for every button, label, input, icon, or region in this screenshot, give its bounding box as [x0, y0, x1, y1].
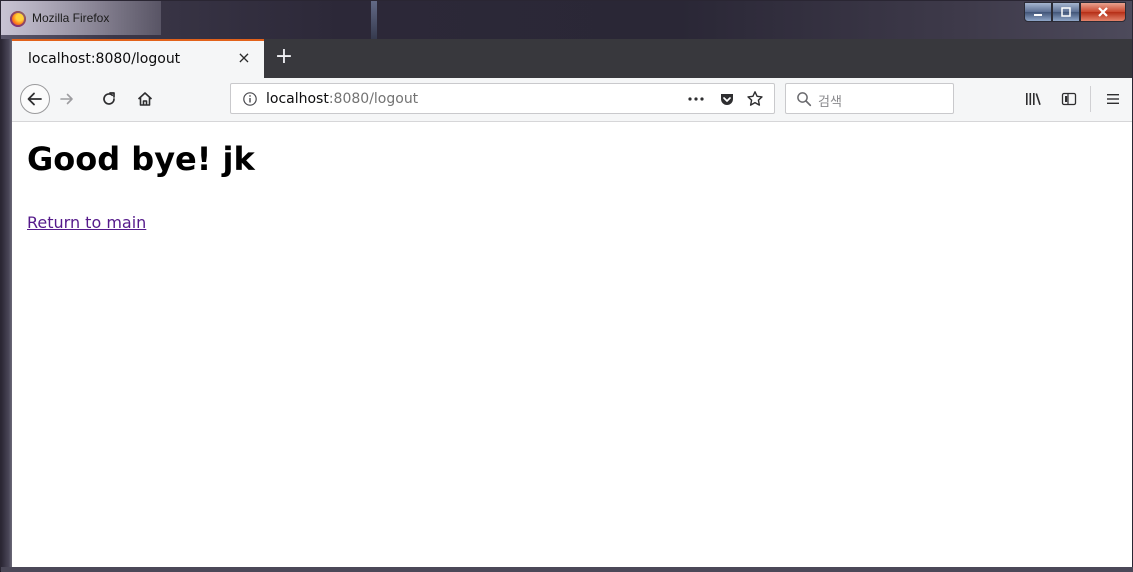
tab-active[interactable]: localhost:8080/logout ×	[12, 39, 264, 78]
url-path: :8080/logout	[328, 91, 419, 107]
back-arrow-icon	[27, 92, 42, 106]
home-icon	[137, 92, 153, 106]
navigation-toolbar: localhost:8080/logout 검색	[12, 78, 1132, 122]
new-tab-button[interactable]: +	[272, 44, 296, 72]
return-to-main-link[interactable]: Return to main	[27, 213, 146, 232]
menu-button[interactable]	[1102, 89, 1124, 109]
sidebar-button[interactable]	[1058, 89, 1080, 109]
search-bar[interactable]: 검색	[785, 83, 954, 114]
maximize-button[interactable]	[1052, 2, 1080, 22]
pocket-icon	[721, 94, 733, 105]
title-bar[interactable]: Mozilla Firefox	[1, 1, 1132, 39]
maximize-icon	[1061, 7, 1071, 17]
forward-arrow-icon	[60, 93, 73, 105]
hamburger-menu-icon	[1107, 94, 1119, 104]
close-icon	[1098, 7, 1108, 17]
forward-button[interactable]	[56, 88, 78, 110]
window-title: Mozilla Firefox	[32, 11, 110, 25]
tab-close-button[interactable]: ×	[235, 49, 253, 67]
minimize-icon	[1034, 14, 1042, 16]
tab-title: localhost:8080/logout	[28, 51, 181, 67]
library-button[interactable]	[1022, 89, 1044, 109]
firefox-logo-icon	[10, 11, 26, 27]
site-info-icon[interactable]	[242, 91, 258, 107]
page-content: Good bye! jk Return to main	[12, 122, 1132, 568]
url-text: localhost:8080/logout	[266, 91, 418, 107]
minimize-button[interactable]	[1024, 2, 1052, 22]
sidebar-icon	[1061, 92, 1077, 106]
search-placeholder: 검색	[818, 95, 842, 110]
search-icon	[797, 92, 812, 107]
window-controls	[1024, 2, 1126, 22]
close-window-button[interactable]	[1080, 2, 1126, 22]
page-actions-button[interactable]	[686, 90, 706, 108]
library-icon	[1026, 93, 1041, 106]
reload-icon	[103, 92, 115, 105]
ellipsis-icon	[688, 97, 704, 101]
reload-button[interactable]	[98, 88, 120, 110]
url-host: localhost	[266, 91, 329, 107]
browser-window: Mozilla Firefox localhost:8080/logout × …	[0, 0, 1133, 572]
back-button[interactable]	[20, 84, 50, 114]
bookmark-star-icon	[747, 91, 763, 106]
tab-strip: localhost:8080/logout × +	[12, 39, 1132, 78]
page-heading: Good bye! jk	[27, 140, 255, 178]
url-bar[interactable]: localhost:8080/logout	[230, 83, 775, 114]
pocket-button[interactable]	[717, 90, 737, 108]
home-button[interactable]	[134, 88, 156, 110]
bookmark-button[interactable]	[745, 89, 765, 109]
